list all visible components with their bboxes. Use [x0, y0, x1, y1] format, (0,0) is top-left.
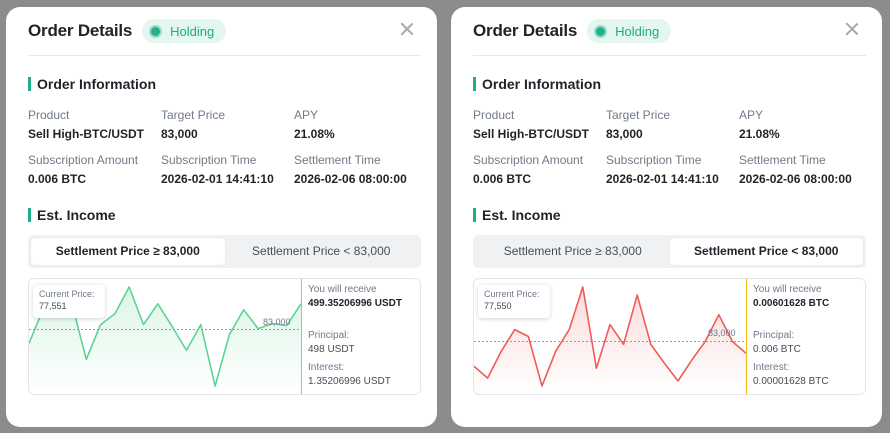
section-accent-bar — [473, 77, 476, 91]
current-price-tooltip: Current Price: 77,550 — [478, 285, 550, 318]
section-accent-bar — [28, 208, 31, 222]
section-title-label: Order Information — [37, 76, 157, 92]
close-icon[interactable] — [399, 21, 415, 37]
panel-divider — [301, 279, 302, 394]
est-income-heading: Est. Income — [473, 207, 866, 223]
close-icon[interactable] — [844, 21, 860, 37]
target-price-label: 83,000 — [263, 316, 291, 327]
field-product: Product Sell High-BTC/USDT — [473, 108, 606, 142]
field-subscription-amount: Subscription Amount 0.006 BTC — [28, 153, 161, 187]
receive-value: 0.00601628 BTC — [753, 298, 830, 309]
field-value: 2026-02-06 08:00:00 — [294, 172, 407, 186]
order-information-heading: Order Information — [473, 76, 866, 92]
principal-label: Principal: — [308, 330, 350, 341]
section-accent-bar — [473, 208, 476, 222]
field-label: APY — [739, 108, 764, 122]
status-badge: Holding — [142, 19, 227, 43]
order-details-modal-right: Order Details Holding Order Information … — [451, 7, 882, 427]
field-value: 0.006 BTC — [28, 172, 87, 186]
modal-title: Order Details — [473, 21, 578, 40]
field-label: Product — [28, 108, 70, 122]
field-value: 21.08% — [739, 127, 780, 141]
tab-settlement-above[interactable]: Settlement Price ≥ 83,000 — [476, 238, 670, 265]
interest-label: Interest: — [753, 362, 790, 373]
receive-info: You will receive 0.00601628 BTC Principa… — [753, 284, 865, 388]
section-title-label: Est. Income — [482, 207, 561, 223]
interest-value: 1.35206996 USDT — [308, 376, 391, 387]
field-label: Settlement Time — [739, 153, 826, 167]
principal-value: 498 USDT — [308, 344, 355, 355]
field-target-price: Target Price 83,000 — [161, 108, 294, 142]
field-label: Subscription Time — [161, 153, 257, 167]
income-panel: Current Price: 77,551 83,000 You will re… — [28, 278, 421, 395]
receive-info: You will receive 499.35206996 USDT Princ… — [308, 284, 420, 388]
field-target-price: Target Price 83,000 — [606, 108, 739, 142]
tooltip-label: Current Price: — [484, 289, 540, 299]
settlement-tabs: Settlement Price ≥ 83,000 Settlement Pri… — [473, 235, 866, 268]
field-value: 83,000 — [161, 127, 198, 141]
tab-settlement-below[interactable]: Settlement Price < 83,000 — [225, 238, 419, 265]
field-subscription-amount: Subscription Amount 0.006 BTC — [473, 153, 606, 187]
principal-label: Principal: — [753, 330, 795, 341]
interest-label: Interest: — [308, 362, 345, 373]
field-label: Subscription Amount — [28, 153, 139, 167]
tooltip-value: 77,551 — [39, 301, 67, 311]
field-value: Sell High-BTC/USDT — [28, 127, 144, 141]
tab-settlement-below[interactable]: Settlement Price < 83,000 — [669, 238, 863, 265]
tooltip-value: 77,550 — [484, 301, 512, 311]
field-value: 0.006 BTC — [473, 172, 532, 186]
order-information-heading: Order Information — [28, 76, 421, 92]
status-badge-label: Holding — [170, 23, 215, 39]
field-label: Subscription Time — [606, 153, 702, 167]
field-value: 2026-02-01 14:41:10 — [161, 172, 274, 186]
status-dot-icon — [149, 24, 163, 38]
income-panel: Current Price: 77,550 83,000 You will re… — [473, 278, 866, 395]
field-label: Target Price — [606, 108, 671, 122]
field-value: 83,000 — [606, 127, 643, 141]
field-settlement-time: Settlement Time 2026-02-06 08:00:00 — [739, 153, 872, 187]
panel-divider — [746, 279, 747, 394]
field-subscription-time: Subscription Time 2026-02-01 14:41:10 — [161, 153, 294, 187]
section-title-label: Est. Income — [37, 207, 116, 223]
tab-settlement-above[interactable]: Settlement Price ≥ 83,000 — [31, 238, 225, 265]
interest-value: 0.00001628 BTC — [753, 376, 829, 387]
field-subscription-time: Subscription Time 2026-02-01 14:41:10 — [606, 153, 739, 187]
target-price-label: 83,000 — [708, 328, 736, 339]
order-info-grid: Product Sell High-BTC/USDT Target Price … — [473, 108, 866, 187]
section-accent-bar — [28, 77, 31, 91]
modal-title: Order Details — [28, 21, 133, 40]
current-price-tooltip: Current Price: 77,551 — [33, 285, 105, 318]
field-value: 21.08% — [294, 127, 335, 141]
field-settlement-time: Settlement Time 2026-02-06 08:00:00 — [294, 153, 427, 187]
field-apy: APY 21.08% — [739, 108, 872, 142]
receive-value: 499.35206996 USDT — [308, 298, 402, 309]
receive-label: You will receive — [308, 284, 377, 295]
status-dot-icon — [594, 24, 608, 38]
receive-label: You will receive — [753, 284, 822, 295]
order-info-grid: Product Sell High-BTC/USDT Target Price … — [28, 108, 421, 187]
modal-header: Order Details Holding — [473, 7, 866, 56]
est-income-heading: Est. Income — [28, 207, 421, 223]
field-value: 2026-02-06 08:00:00 — [739, 172, 852, 186]
field-value: 2026-02-01 14:41:10 — [606, 172, 719, 186]
order-details-modal-left: Order Details Holding Order Information … — [6, 7, 437, 427]
settlement-tabs: Settlement Price ≥ 83,000 Settlement Pri… — [28, 235, 421, 268]
status-badge: Holding — [587, 19, 672, 43]
field-product: Product Sell High-BTC/USDT — [28, 108, 161, 142]
field-label: Settlement Time — [294, 153, 381, 167]
principal-value: 0.006 BTC — [753, 344, 801, 355]
field-label: Subscription Amount — [473, 153, 584, 167]
field-value: Sell High-BTC/USDT — [473, 127, 589, 141]
tooltip-label: Current Price: — [39, 289, 95, 299]
modal-header: Order Details Holding — [28, 7, 421, 56]
section-title-label: Order Information — [482, 76, 602, 92]
status-badge-label: Holding — [615, 23, 660, 39]
field-label: Product — [473, 108, 515, 122]
field-label: Target Price — [161, 108, 226, 122]
field-apy: APY 21.08% — [294, 108, 427, 142]
field-label: APY — [294, 108, 319, 122]
